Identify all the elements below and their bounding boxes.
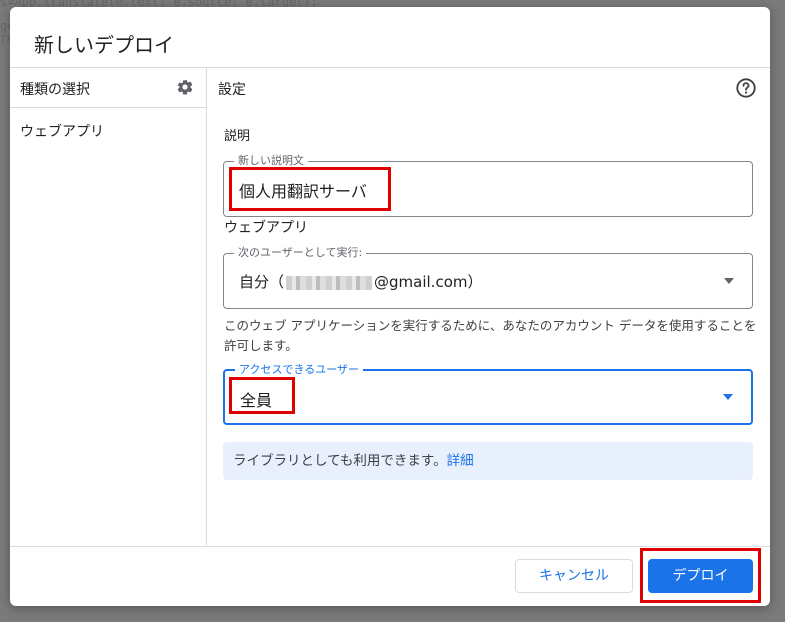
deploy-dialog: 新しいデプロイ 種類の選択 ウェブアプリ 設定 説明 新しい説明文 個人用翻訳サ… bbox=[10, 7, 770, 606]
webapp-section-label: ウェブアプリ bbox=[224, 220, 308, 236]
divider bbox=[10, 67, 770, 68]
execute-as-suffix: @gmail.com） bbox=[374, 273, 483, 291]
library-info-box: ライブラリとしても利用できます。詳細 bbox=[223, 442, 753, 480]
settings-heading: 設定 bbox=[218, 82, 246, 98]
description-field[interactable]: 新しい説明文 個人用翻訳サーバ bbox=[223, 154, 753, 217]
gear-icon[interactable] bbox=[176, 78, 194, 96]
access-select[interactable]: アクセスできるユーザー 全員 bbox=[223, 363, 753, 425]
deploy-button[interactable]: デプロイ bbox=[648, 559, 753, 593]
execute-as-prefix: 自分（ bbox=[239, 273, 285, 291]
execute-as-select[interactable]: 次のユーザーとして実行: 自分（ @gmail.com） bbox=[223, 246, 753, 309]
execute-as-label: 次のユーザーとして実行: bbox=[234, 246, 367, 260]
access-value: 全員 bbox=[240, 391, 273, 410]
details-link[interactable]: 詳細 bbox=[447, 453, 474, 469]
caret-down-icon bbox=[724, 278, 734, 284]
library-info-text: ライブラリとしても利用できます。 bbox=[233, 453, 447, 469]
cancel-button[interactable]: キャンセル bbox=[515, 559, 633, 593]
helper-text: このウェブ アプリケーションを実行するために、あなたのアカウント データを使用す… bbox=[224, 318, 757, 353]
type-select-heading: 種類の選択 bbox=[20, 82, 90, 98]
description-field-label: 新しい説明文 bbox=[234, 154, 308, 168]
access-label: アクセスできるユーザー bbox=[235, 363, 364, 377]
caret-down-icon bbox=[723, 394, 733, 400]
description-value: 個人用翻訳サーバ bbox=[239, 182, 367, 201]
help-circle-icon[interactable] bbox=[735, 77, 757, 99]
redacted-email bbox=[286, 275, 373, 290]
panel-divider bbox=[206, 68, 207, 546]
type-item-webapp[interactable]: ウェブアプリ bbox=[20, 121, 104, 141]
execute-as-value: 自分（ @gmail.com） bbox=[239, 271, 482, 292]
footer-divider bbox=[10, 546, 770, 547]
divider bbox=[10, 107, 206, 108]
description-section-label: 説明 bbox=[224, 129, 251, 144]
dialog-title: 新しいデプロイ bbox=[34, 33, 174, 57]
